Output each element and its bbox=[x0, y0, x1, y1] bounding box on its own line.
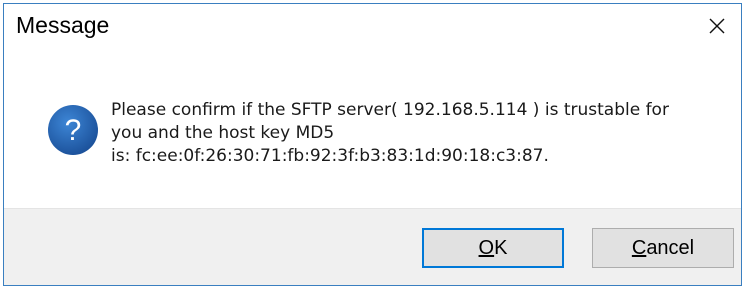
close-button[interactable] bbox=[697, 10, 737, 42]
window-title: Message bbox=[16, 12, 110, 38]
cancel-button[interactable]: Cancel bbox=[592, 228, 734, 268]
question-icon: ? bbox=[48, 105, 98, 155]
message-line-2: you and the host key MD5 bbox=[111, 123, 335, 143]
message-dialog: Message ? Please confirm if the SFTP ser… bbox=[3, 3, 742, 286]
ok-mnemonic: O bbox=[478, 236, 495, 259]
ok-label-rest: K bbox=[494, 236, 508, 259]
dialog-content: ? Please confirm if the SFTP server( 192… bbox=[4, 49, 741, 214]
close-icon bbox=[709, 18, 725, 34]
message-line-3: is: fc:ee:0f:26:30:71:fb:92:3f:b3:83:1d:… bbox=[111, 146, 549, 166]
button-bar: OK Cancel bbox=[4, 208, 741, 285]
message-text: Please confirm if the SFTP server( 192.1… bbox=[111, 99, 711, 168]
svg-text:?: ? bbox=[65, 114, 82, 147]
cancel-mnemonic: C bbox=[631, 236, 647, 259]
message-line-1: Please confirm if the SFTP server( 192.1… bbox=[111, 100, 669, 120]
ok-button[interactable]: OK bbox=[422, 228, 564, 268]
cancel-label-rest: ancel bbox=[646, 236, 695, 259]
title-bar: Message bbox=[4, 4, 741, 49]
